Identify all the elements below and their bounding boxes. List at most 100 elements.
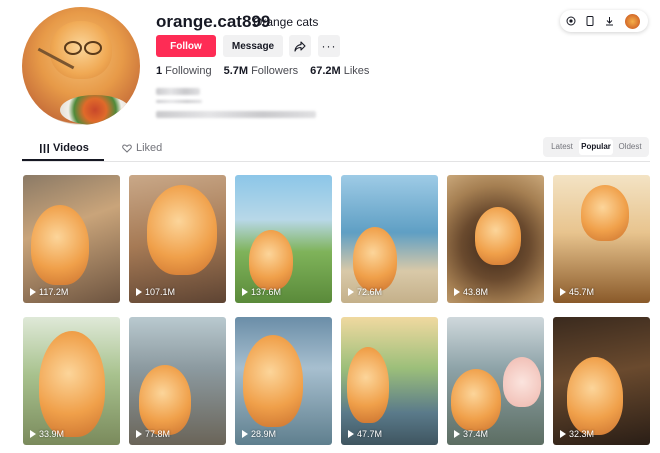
profile-avatar: [22, 7, 140, 125]
video-views: 47.7M: [348, 429, 382, 439]
stat-following-label: Following: [165, 65, 212, 77]
video-views: 77.8M: [136, 429, 170, 439]
video-card[interactable]: 117.2M: [23, 175, 120, 303]
profile-stats: 1 Following 5.7M Followers 67.2M Likes: [156, 65, 369, 77]
bio-blurred-email: [156, 111, 316, 118]
top-actions: [560, 10, 648, 32]
video-views-count: 137.6M: [251, 287, 282, 297]
video-card[interactable]: 28.9M: [235, 317, 332, 445]
profile-nickname: Orange cats: [253, 15, 319, 29]
play-icon: [136, 288, 142, 296]
video-card[interactable]: 137.6M: [235, 175, 332, 303]
video-thumbnail-cat: [31, 205, 89, 285]
video-views-count: 77.8M: [145, 429, 171, 439]
tab-videos[interactable]: Videos: [40, 142, 89, 154]
video-card[interactable]: 37.4M: [447, 317, 544, 445]
sort-oldest[interactable]: Oldest: [613, 139, 647, 155]
message-button[interactable]: Message: [223, 35, 283, 57]
video-thumbnail-cat: [347, 347, 389, 423]
bio-blurred-line: [156, 88, 200, 95]
video-views-count: 107.1M: [145, 287, 176, 297]
user-avatar-icon[interactable]: [625, 13, 640, 29]
video-views-count: 37.4M: [463, 429, 489, 439]
video-card[interactable]: 33.9M: [23, 317, 120, 445]
play-icon: [560, 430, 566, 438]
video-views: 33.9M: [30, 429, 64, 439]
video-views-count: 28.9M: [251, 429, 277, 439]
video-card[interactable]: 77.8M: [129, 317, 226, 445]
play-icon: [242, 430, 248, 438]
avatar-glasses-right: [84, 41, 102, 55]
video-thumbnail-cat: [581, 185, 629, 241]
video-card[interactable]: 32.3M: [553, 317, 650, 445]
video-thumbnail-cat: [39, 331, 105, 437]
play-icon: [560, 288, 566, 296]
video-card[interactable]: 72.6M: [341, 175, 438, 303]
stat-following-count: 1: [156, 65, 163, 77]
stat-followers[interactable]: 5.7M Followers: [224, 65, 299, 77]
video-views-count: 43.8M: [463, 287, 489, 297]
video-grid: 117.2M 107.1M 137.6M 72.6M 43.8M 45.7M 3…: [23, 175, 650, 445]
video-thumbnail-cat: [475, 207, 521, 265]
play-icon: [242, 288, 248, 296]
video-views: 117.2M: [30, 287, 68, 297]
tab-active-underline: [22, 159, 104, 161]
follow-button[interactable]: Follow: [156, 35, 216, 57]
video-views: 45.7M: [560, 287, 594, 297]
stat-likes-label: Likes: [343, 65, 370, 77]
video-views-count: 72.6M: [357, 287, 383, 297]
download-icon[interactable]: [604, 16, 614, 26]
video-thumbnail-cat: [147, 185, 217, 275]
video-views-count: 32.3M: [569, 429, 595, 439]
video-views-count: 33.9M: [39, 429, 65, 439]
share-button[interactable]: [289, 35, 311, 57]
video-card[interactable]: 45.7M: [553, 175, 650, 303]
bio-blurred-line: [156, 100, 202, 103]
share-icon: [294, 40, 306, 52]
sort-latest[interactable]: Latest: [545, 139, 579, 155]
stat-followers-label: Followers: [251, 65, 299, 77]
video-views: 107.1M: [136, 287, 175, 297]
video-views: 43.8M: [454, 287, 488, 297]
sort-toggle: Latest Popular Oldest: [543, 137, 649, 157]
tab-liked[interactable]: Liked: [122, 142, 162, 154]
video-thumbnail-cat: [249, 230, 293, 290]
grid-icon: [40, 143, 49, 153]
video-thumbnail-cat: [567, 357, 623, 435]
play-icon: [348, 430, 354, 438]
play-icon: [30, 430, 36, 438]
stat-followers-count: 5.7M: [223, 65, 249, 77]
video-views-count: 45.7M: [569, 287, 595, 297]
video-card[interactable]: 47.7M: [341, 317, 438, 445]
coin-icon[interactable]: [566, 16, 576, 26]
video-thumbnail-pig: [503, 357, 541, 407]
play-icon: [348, 288, 354, 296]
video-thumbnail-cat: [353, 227, 397, 291]
video-views: 32.3M: [560, 429, 594, 439]
sort-popular[interactable]: Popular: [579, 139, 613, 155]
stat-likes: 67.2M Likes: [310, 65, 369, 77]
video-views-count: 47.7M: [357, 429, 383, 439]
more-options-button[interactable]: ···: [318, 35, 340, 57]
tab-videos-label: Videos: [53, 142, 89, 154]
video-thumbnail-cat: [451, 369, 501, 431]
play-icon: [454, 430, 460, 438]
video-views: 28.9M: [242, 429, 276, 439]
play-icon: [30, 288, 36, 296]
phone-icon[interactable]: [585, 16, 595, 26]
stat-likes-count: 67.2M: [310, 65, 341, 77]
avatar-plate: [60, 95, 130, 125]
video-views-count: 117.2M: [39, 287, 69, 297]
video-views: 72.6M: [348, 287, 382, 297]
video-thumbnail-cat: [243, 335, 303, 427]
video-views: 137.6M: [242, 287, 281, 297]
play-icon: [136, 430, 142, 438]
avatar-glasses-left: [64, 41, 82, 55]
heart-outline-icon: [122, 143, 132, 153]
stat-following[interactable]: 1 Following: [156, 65, 212, 77]
video-card[interactable]: 107.1M: [129, 175, 226, 303]
video-views: 37.4M: [454, 429, 488, 439]
video-thumbnail-cat: [139, 365, 191, 435]
video-card[interactable]: 43.8M: [447, 175, 544, 303]
tab-liked-label: Liked: [136, 142, 163, 154]
